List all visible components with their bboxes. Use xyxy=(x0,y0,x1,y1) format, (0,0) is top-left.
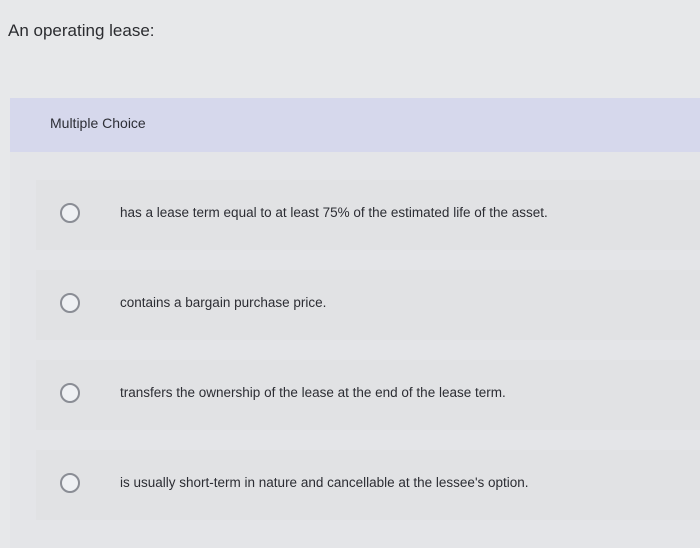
multiple-choice-panel: Multiple Choice has a lease term equal t… xyxy=(10,98,700,548)
answer-option-4[interactable]: is usually short-term in nature and canc… xyxy=(36,450,700,520)
answer-option-text: has a lease term equal to at least 75% o… xyxy=(120,205,548,220)
question-text: An operating lease: xyxy=(8,21,155,40)
answer-option-2[interactable]: contains a bargain purchase price. xyxy=(36,270,700,340)
multiple-choice-header: Multiple Choice xyxy=(10,98,700,152)
radio-button-icon[interactable] xyxy=(60,293,80,313)
radio-button-icon[interactable] xyxy=(60,203,80,223)
radio-button-icon[interactable] xyxy=(60,383,80,403)
answer-option-text: contains a bargain purchase price. xyxy=(120,295,327,310)
answer-option-text: is usually short-term in nature and canc… xyxy=(120,475,529,490)
answer-option-1[interactable]: has a lease term equal to at least 75% o… xyxy=(36,180,700,250)
answer-option-text: transfers the ownership of the lease at … xyxy=(120,385,506,400)
multiple-choice-label: Multiple Choice xyxy=(50,115,146,131)
radio-button-icon[interactable] xyxy=(60,473,80,493)
answer-option-3[interactable]: transfers the ownership of the lease at … xyxy=(36,360,700,430)
